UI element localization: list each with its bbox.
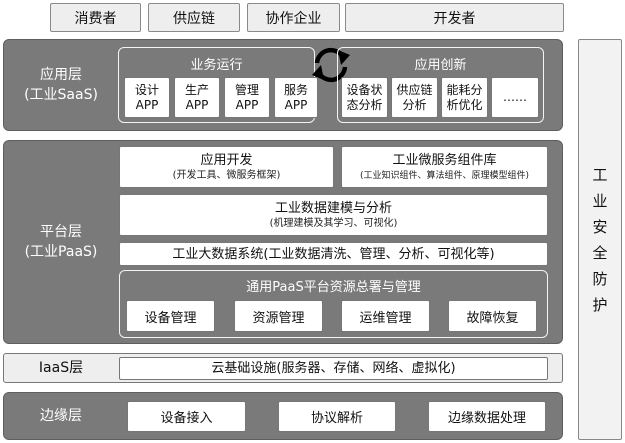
security-char: 安	[592, 217, 608, 236]
top-box-developer: 开发者	[345, 3, 564, 32]
app-line: 分析	[402, 97, 427, 112]
microservice-library-box: 工业微服务组件库 (工业知识组件、算法组件、原理模型组件)	[341, 146, 548, 188]
application-layer-name: 应用层	[40, 67, 82, 83]
design-app-box: 设计 APP	[124, 77, 170, 118]
app-line: APP	[135, 97, 159, 112]
security-char: 业	[592, 191, 608, 210]
device-management-box: 设备管理	[126, 300, 215, 332]
security-char: 防	[592, 269, 608, 288]
app-line: 设备状	[346, 82, 383, 97]
app-development-box: 应用开发 (开发工具、微服务框架)	[119, 146, 334, 188]
microservice-library-subtitle: (工业知识组件、算法组件、原理模型组件)	[359, 170, 530, 181]
application-layer-subname: (工业SaaS)	[24, 87, 98, 103]
edge-data-processing-box: 边缘数据处理	[428, 401, 546, 432]
more-items-box: ……	[491, 77, 539, 118]
app-development-title: 应用开发	[200, 152, 253, 168]
data-modeling-title: 工业数据建模与分析	[274, 200, 392, 216]
app-line: 析优化	[446, 97, 483, 112]
app-line: 能耗分	[446, 82, 483, 97]
supply-chain-analysis-box: 供应链 分析	[391, 77, 438, 118]
operations-management-box: 运维管理	[341, 300, 430, 332]
management-app-box: 管理 APP	[224, 77, 270, 118]
industrial-security-column: 工 业 安 全 防 护	[578, 39, 622, 440]
platform-layer-label: 平台层 (工业PaaS)	[6, 140, 116, 344]
app-line: APP	[235, 97, 259, 112]
security-char: 工	[592, 165, 608, 184]
app-line: 生产	[184, 82, 209, 97]
platform-layer-name: 平台层	[40, 224, 82, 240]
data-modeling-subtitle: (机理建模及其学习、可视化)	[269, 217, 398, 229]
app-line: APP	[284, 97, 308, 112]
microservice-library-title: 工业微服务组件库	[392, 152, 497, 168]
app-line: 供应链	[396, 82, 433, 97]
app-line: 服务	[283, 82, 308, 97]
top-box-partner: 协作企业	[247, 3, 340, 32]
equipment-status-analysis-box: 设备状 态分析	[341, 77, 388, 118]
security-char: 护	[592, 295, 608, 314]
app-line: 管理	[234, 82, 259, 97]
resource-management-box: 资源管理	[234, 300, 323, 332]
device-access-box: 设备接入	[127, 401, 246, 432]
edge-layer-label: 边缘层	[40, 408, 82, 424]
ellipsis-text: ……	[503, 90, 527, 104]
app-line: APP	[185, 97, 209, 112]
platform-layer-subname: (工业PaaS)	[24, 244, 98, 260]
big-data-system-box: 工业大数据系统(工业数据清洗、管理、分析、可视化等)	[119, 242, 548, 266]
security-char: 全	[592, 243, 608, 262]
top-box-supply-chain: 供应链	[148, 3, 240, 32]
top-box-consumer: 消费者	[50, 3, 141, 32]
innovation-title: 应用创新	[414, 58, 467, 73]
paas-management-title: 通用PaaS平台资源总署与管理	[246, 280, 421, 295]
business-ops-title: 业务运行	[190, 58, 243, 73]
energy-analysis-box: 能耗分 析优化	[441, 77, 488, 118]
data-modeling-box: 工业数据建模与分析 (机理建模及其学习、可视化)	[119, 194, 548, 236]
app-line: 设计	[134, 82, 159, 97]
fault-recovery-box: 故障恢复	[448, 300, 537, 332]
app-development-subtitle: (开发工具、微服务框架)	[172, 169, 281, 181]
production-app-box: 生产 APP	[174, 77, 220, 118]
iaas-layer-label: IaaS层	[38, 360, 84, 376]
application-layer-label: 应用层 (工业SaaS)	[6, 39, 116, 131]
protocol-parsing-box: 协议解析	[278, 401, 396, 432]
cloud-infrastructure-box: 云基础设施(服务器、存储、网络、虚拟化)	[119, 357, 548, 380]
app-line: 态分析	[346, 97, 383, 112]
